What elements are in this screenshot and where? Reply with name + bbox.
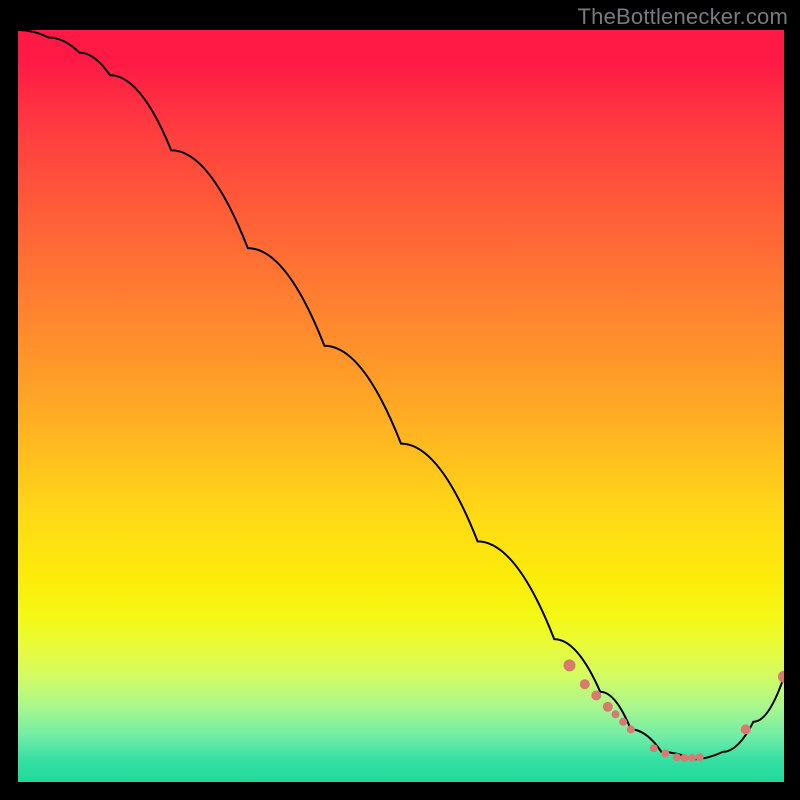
- marker-dot: [688, 754, 696, 762]
- marker-dot: [564, 659, 576, 671]
- marker-dot: [603, 702, 613, 712]
- attribution-text: TheBottlenecker.com: [578, 4, 788, 30]
- marker-dot: [591, 691, 601, 701]
- marker-dot: [612, 710, 620, 718]
- series-curve: [18, 30, 784, 759]
- marker-dot: [741, 724, 751, 734]
- marker-dot: [696, 753, 704, 761]
- marker-dot: [661, 749, 669, 757]
- chart-svg: [18, 30, 784, 782]
- chart-container: TheBottlenecker.com: [0, 0, 800, 800]
- marker-dot: [778, 671, 784, 683]
- marker-dot: [673, 753, 681, 761]
- plot-area: [18, 30, 784, 782]
- marker-dot: [580, 679, 590, 689]
- marker-dot: [680, 754, 688, 762]
- marker-dot: [650, 744, 658, 752]
- marker-dot: [619, 718, 627, 726]
- marker-dot: [627, 725, 635, 733]
- markers-group: [564, 659, 785, 762]
